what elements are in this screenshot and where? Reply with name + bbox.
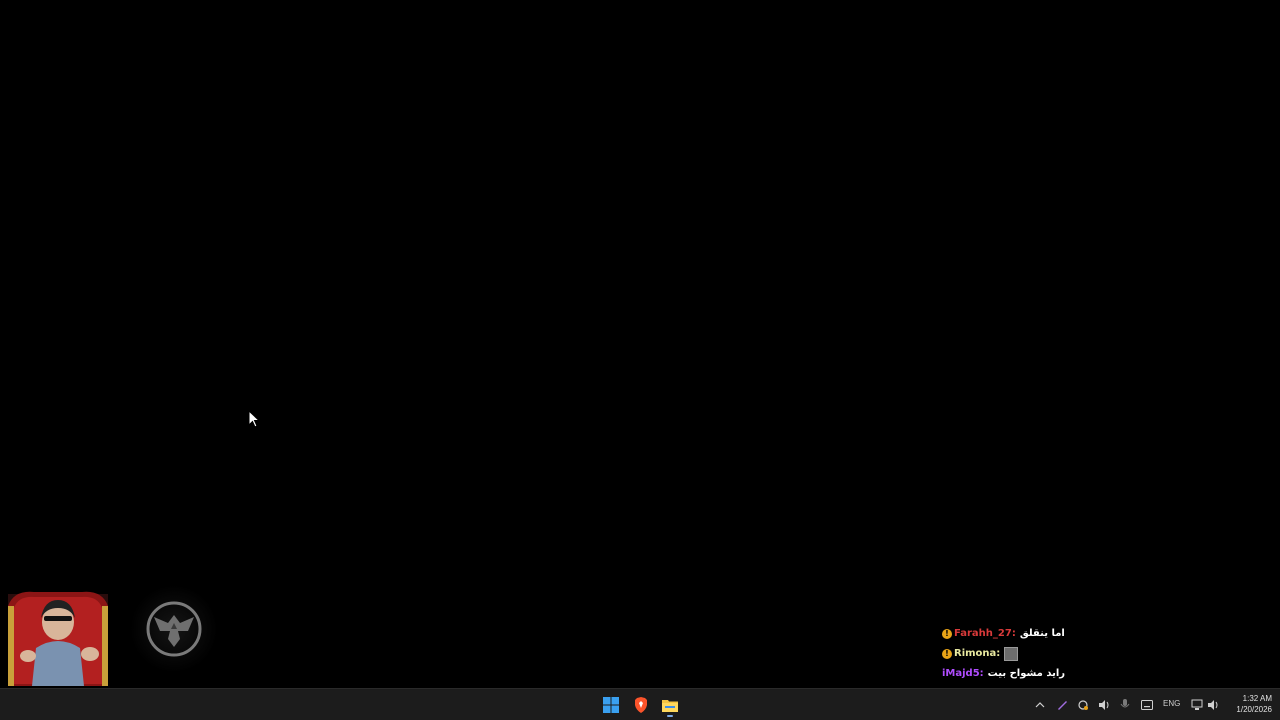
shield-logo-overlay (130, 585, 218, 673)
chat-message: ! Farahh_27: اما ينقلق (942, 624, 1072, 644)
chat-username: Rimona: (954, 648, 1001, 659)
chat-text: اما ينقلق (1019, 628, 1065, 639)
desktop[interactable]: ! Farahh_27: اما ينقلق ! Rimona: iMajd5:… (0, 0, 1280, 699)
speaker-tray-icon[interactable] (1096, 697, 1112, 713)
chat-message: ! Rimona: (942, 644, 1072, 664)
chat-username: Farahh_27: (954, 628, 1016, 639)
chat-badge-icon: ! (942, 629, 952, 639)
clock-date: 1/20/2026 (1236, 705, 1272, 714)
start-button[interactable] (597, 693, 625, 717)
taskbar: ENG 1:32 AM 1/20/2026 (0, 688, 1280, 720)
webcam-overlay (8, 591, 108, 686)
chat-badge-icon: ! (942, 649, 952, 659)
chat-username: iMajd5: (942, 668, 984, 679)
volume-tray-icon[interactable] (1205, 697, 1221, 713)
input-language-indicator[interactable]: ENG (1163, 699, 1180, 708)
file-explorer-button[interactable] (656, 693, 684, 717)
sync-tray-icon[interactable] (1075, 697, 1091, 713)
brave-browser-button[interactable] (627, 693, 655, 717)
show-hidden-icons-chevron-up-icon[interactable] (1032, 697, 1048, 713)
clock-time: 1:32 AM (1242, 694, 1272, 703)
microphone-tray-icon[interactable] (1117, 697, 1133, 713)
windows-icon (603, 697, 619, 713)
mouse-cursor-icon (248, 410, 260, 428)
chat-message: iMajd5: رايد مشواح بيت (942, 664, 1072, 684)
keyboard-tray-icon[interactable] (1139, 697, 1155, 713)
network-tray-icon[interactable] (1189, 697, 1205, 713)
chat-emote-icon (1004, 647, 1019, 661)
folder-icon (662, 700, 678, 712)
pen-tray-icon[interactable] (1054, 697, 1070, 713)
system-clock[interactable]: 1:32 AM 1/20/2026 (1224, 693, 1272, 715)
chat-text: رايد مشواح بيت (987, 668, 1066, 679)
brave-icon (635, 697, 647, 713)
shield-eagle-icon (146, 601, 202, 657)
